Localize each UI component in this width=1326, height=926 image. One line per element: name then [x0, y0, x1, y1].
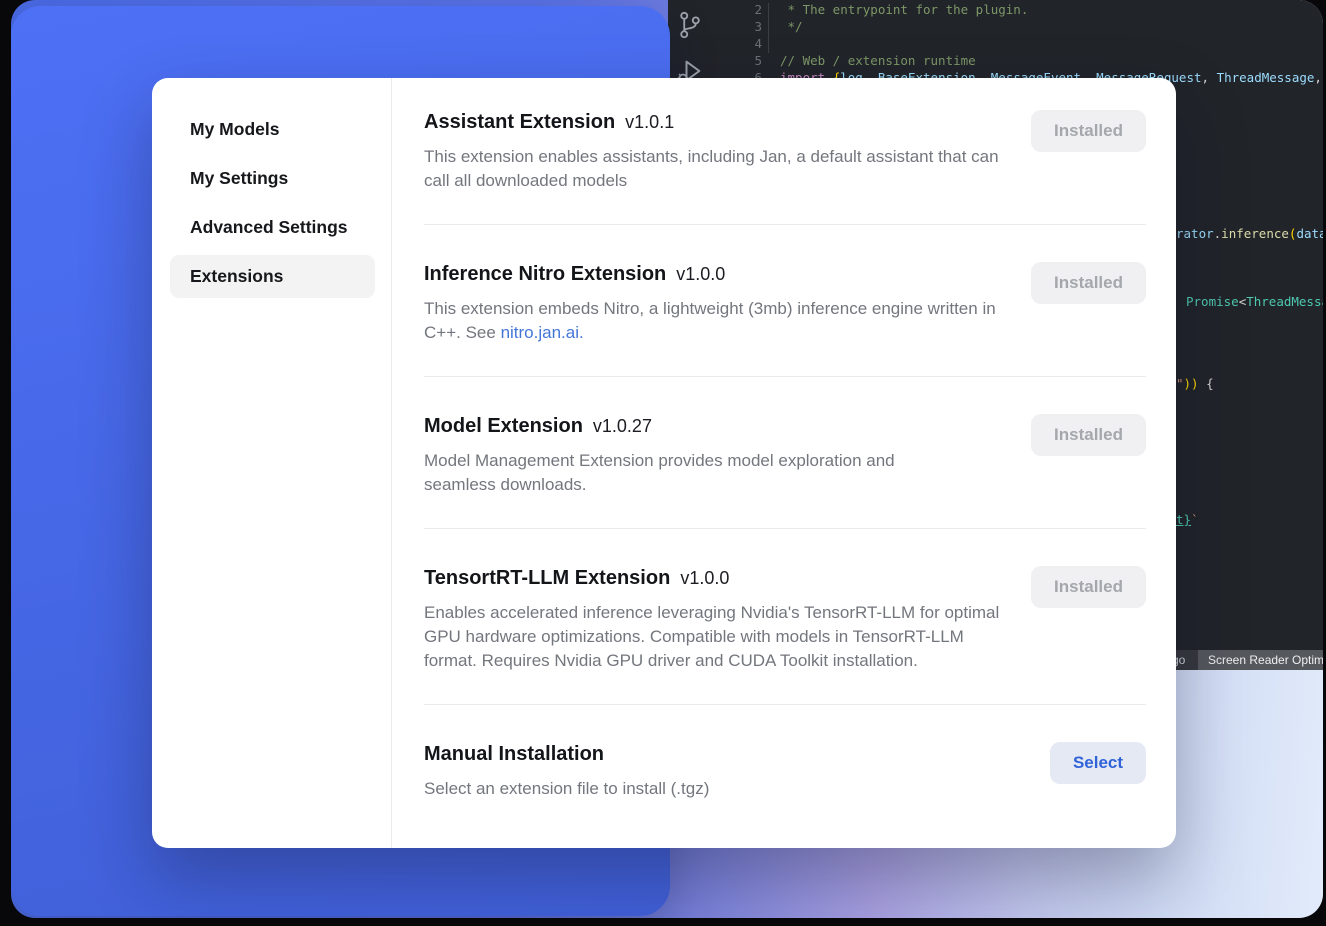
manual-installation-row: Manual Installation Select an extension … [424, 704, 1146, 832]
extension-row-model: Model Extensionv1.0.27 Model Management … [424, 376, 1146, 528]
extension-info: TensortRT-LLM Extensionv1.0.0 Enables ac… [424, 564, 1006, 673]
code-fragment: Promise<ThreadMessage> [1186, 294, 1323, 309]
sidebar-item-extensions[interactable]: Extensions [170, 255, 375, 298]
extension-info: Assistant Extensionv1.0.1 This extension… [424, 108, 1006, 193]
select-file-button[interactable]: Select [1050, 742, 1146, 784]
extension-info: Inference Nitro Extensionv1.0.0 This ext… [424, 260, 1006, 345]
nitro-jan-ai-link[interactable]: nitro.jan.ai. [501, 323, 584, 342]
manual-installation-title: Manual Installation [424, 740, 709, 768]
line-number: 4 [712, 36, 774, 53]
sidebar-item-my-settings[interactable]: My Settings [170, 157, 375, 200]
extensions-panel: Assistant Extensionv1.0.1 This extension… [392, 78, 1176, 848]
line-number: 3 [712, 19, 774, 36]
screen-reader-notice[interactable]: Screen Reader Optimized [1198, 650, 1323, 670]
code-line: 3 */ [712, 19, 1323, 36]
extension-row-tensorrt: TensortRT-LLM Extensionv1.0.0 Enables ac… [424, 528, 1146, 704]
code-line: 5// Web / extension runtime [712, 53, 1323, 70]
extension-title: Inference Nitro Extensionv1.0.0 [424, 260, 1006, 288]
code-fragment: rator.inference(data)); [1176, 226, 1323, 241]
extension-version: v1.0.1 [625, 112, 674, 132]
source-control-icon[interactable] [676, 10, 704, 40]
extension-description: This extension enables assistants, inclu… [424, 145, 1006, 193]
extension-version: v1.0.0 [680, 568, 729, 588]
extension-row-nitro: Inference Nitro Extensionv1.0.0 This ext… [424, 224, 1146, 376]
code-fragment: t}` [1176, 512, 1199, 527]
extension-info: Manual Installation Select an extension … [424, 740, 709, 801]
extension-title: Model Extensionv1.0.27 [424, 412, 959, 440]
line-number: 5 [712, 53, 774, 70]
code-line: 4 [712, 36, 1323, 53]
manual-installation-description: Select an extension file to install (.tg… [424, 777, 709, 801]
settings-sidebar: My Models My Settings Advanced Settings … [152, 78, 392, 848]
extension-title: TensortRT-LLM Extensionv1.0.0 [424, 564, 1006, 592]
extension-description: Enables accelerated inference leveraging… [424, 601, 1006, 673]
extension-version: v1.0.27 [593, 416, 652, 436]
extension-info: Model Extensionv1.0.27 Model Management … [424, 412, 959, 497]
installed-button-nitro[interactable]: Installed [1031, 262, 1146, 304]
code-fragment: ")) { [1176, 376, 1214, 391]
desktop-screen: 2 * The entrypoint for the plugin. 3 */ … [11, 0, 1323, 918]
code-area: 2 * The entrypoint for the plugin. 3 */ … [712, 2, 1323, 87]
settings-modal: My Models My Settings Advanced Settings … [152, 78, 1176, 848]
sidebar-item-my-models[interactable]: My Models [170, 108, 375, 151]
installed-button-model[interactable]: Installed [1031, 414, 1146, 456]
installed-button-tensorrt[interactable]: Installed [1031, 566, 1146, 608]
line-number: 2 [712, 2, 774, 19]
extension-version: v1.0.0 [676, 264, 725, 284]
installed-button-assistant[interactable]: Installed [1031, 110, 1146, 152]
extension-title: Assistant Extensionv1.0.1 [424, 108, 1006, 136]
sidebar-item-advanced-settings[interactable]: Advanced Settings [170, 206, 375, 249]
extension-row-assistant: Assistant Extensionv1.0.1 This extension… [424, 108, 1146, 224]
extension-description: Model Management Extension provides mode… [424, 449, 959, 497]
extension-description: This extension embeds Nitro, a lightweig… [424, 297, 1006, 345]
code-line: 2 * The entrypoint for the plugin. [712, 2, 1323, 19]
